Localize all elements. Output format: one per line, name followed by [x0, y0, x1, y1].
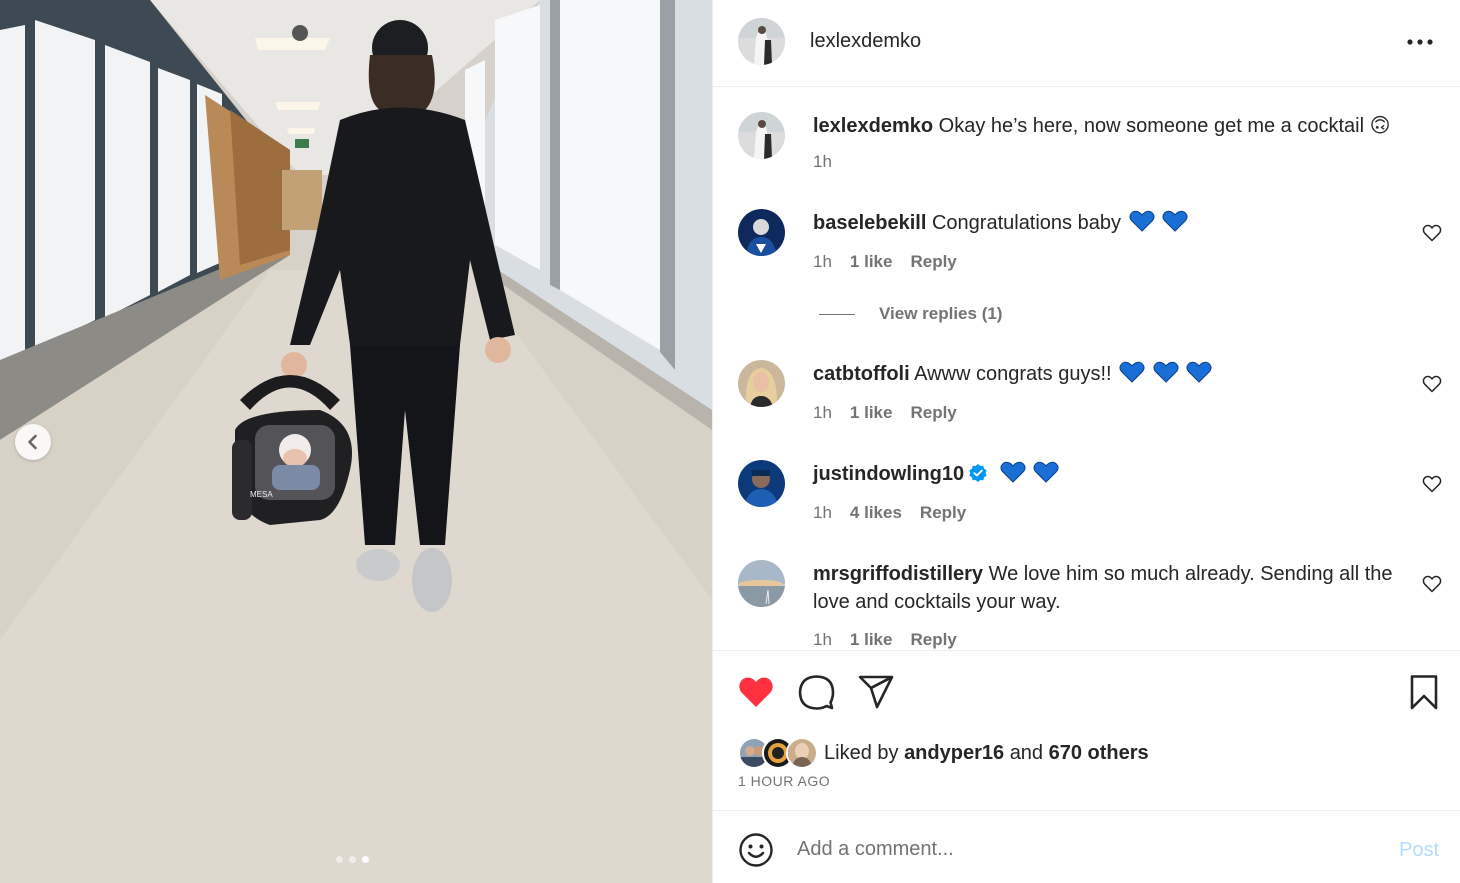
comment-meta: 1h 1 like Reply — [813, 252, 957, 272]
view-replies-label: View replies (1) — [879, 304, 1003, 323]
comments-list[interactable]: lexlexdemko Okay he’s here, now someone … — [713, 88, 1460, 649]
share-send-icon[interactable] — [857, 673, 895, 711]
replies-divider — [819, 313, 855, 315]
comment-body: Awww congrats guys!! — [914, 363, 1112, 385]
comment-time: 1h — [813, 503, 832, 522]
comment-username[interactable]: catbtoffoli — [813, 363, 910, 385]
carousel-dot — [336, 856, 343, 863]
caption-time: 1h — [813, 152, 832, 171]
post-actions: Liked by andyper16 and 670 others 1 HOUR… — [713, 650, 1460, 810]
blue-heart-icon — [1000, 461, 1026, 483]
liked-by-text: Liked by andyper16 and 670 others — [824, 742, 1149, 765]
post-media: MESA — [0, 0, 712, 883]
carousel-dot — [349, 856, 356, 863]
caption-text: lexlexdemko Okay he’s here, now someone … — [813, 112, 1393, 140]
caption-username[interactable]: lexlexdemko — [813, 115, 933, 137]
comment-text: mrsgriffodistillery We love him so much … — [813, 560, 1393, 616]
liked-by-joiner: and — [1009, 741, 1044, 764]
comment-username[interactable]: justindowling10 — [813, 463, 964, 485]
comment-time: 1h — [813, 403, 832, 422]
post-photo: MESA — [0, 0, 712, 883]
post-comment-button[interactable]: Post — [1399, 839, 1439, 862]
liked-by-prefix: Liked by — [824, 741, 899, 764]
blue-heart-icon — [1033, 461, 1059, 483]
like-comment-heart-icon[interactable] — [1422, 574, 1442, 594]
liker-avatar — [786, 737, 818, 769]
comment-body: Congratulations baby — [931, 212, 1121, 234]
comment-likes[interactable]: 1 like — [850, 403, 893, 423]
emoji-picker-icon[interactable] — [738, 832, 774, 868]
liked-by-user[interactable]: andyper16 — [904, 742, 1004, 764]
bookmark-save-icon[interactable] — [1405, 673, 1443, 711]
comment-text: catbtoffoli Awww congrats guys!! — [813, 360, 1393, 388]
more-horizontal-icon — [1407, 39, 1433, 45]
comment-likes[interactable]: 1 like — [850, 252, 893, 272]
carousel-indicator — [336, 856, 369, 863]
liked-by-others[interactable]: 670 others — [1049, 742, 1149, 764]
caption-avatar[interactable] — [738, 112, 785, 159]
blue-heart-icon — [1162, 210, 1188, 232]
comment-text: justindowling10 — [813, 460, 1393, 488]
post-timestamp[interactable]: 1 HOUR AGO — [738, 773, 830, 789]
like-comment-heart-icon[interactable] — [1422, 223, 1442, 243]
liked-by-avatars[interactable] — [738, 737, 824, 769]
more-options-button[interactable] — [1405, 30, 1435, 54]
post-side-panel: lexlexdemko lexlexdemko Okay he’s here, … — [712, 0, 1460, 883]
comment-time: 1h — [813, 630, 832, 649]
like-comment-heart-icon[interactable] — [1422, 374, 1442, 394]
author-username[interactable]: lexlexdemko — [810, 30, 921, 53]
like-heart-icon[interactable] — [737, 673, 775, 711]
post-header: lexlexdemko — [713, 0, 1460, 87]
carousel-prev-button[interactable] — [15, 424, 51, 460]
reply-button[interactable]: Reply — [910, 403, 956, 423]
upside-down-face-emoji: 🙃 — [1369, 115, 1391, 137]
caption-meta: 1h — [813, 152, 832, 172]
svg-text:MESA: MESA — [250, 490, 273, 499]
like-comment-heart-icon[interactable] — [1422, 474, 1442, 494]
blue-heart-icon — [1186, 361, 1212, 383]
carousel-dot-active — [362, 856, 369, 863]
blue-heart-icon — [1153, 361, 1179, 383]
commenter-avatar[interactable] — [738, 460, 785, 507]
caption-body: Okay he’s here, now someone get me a coc… — [938, 115, 1365, 137]
blue-heart-icon — [1128, 210, 1155, 232]
comment-meta: 1h 1 like Reply — [813, 630, 957, 649]
comment-text: baselebekill Congratulations baby — [813, 209, 1393, 237]
commenter-avatar[interactable] — [738, 560, 785, 607]
comment-likes[interactable]: 4 likes — [850, 503, 902, 523]
comment-time: 1h — [813, 252, 832, 271]
liked-by-row: Liked by andyper16 and 670 others — [738, 737, 1149, 769]
commenter-avatar[interactable] — [738, 360, 785, 407]
blue-heart-icon — [1119, 361, 1145, 383]
comment-icon[interactable] — [797, 673, 835, 711]
author-avatar[interactable] — [738, 18, 785, 65]
add-comment-input[interactable] — [797, 829, 1377, 869]
comment-username[interactable]: baselebekill — [813, 212, 926, 234]
comment-username[interactable]: mrsgriffodistillery — [813, 563, 983, 585]
comment-composer: Post — [713, 810, 1460, 883]
view-replies-button[interactable]: View replies (1) — [819, 304, 1002, 324]
chevron-left-icon — [28, 434, 37, 450]
comment-likes[interactable]: 1 like — [850, 630, 893, 649]
verified-badge-icon — [969, 464, 987, 482]
reply-button[interactable]: Reply — [910, 630, 956, 649]
reply-button[interactable]: Reply — [910, 252, 956, 272]
comment-meta: 1h 1 like Reply — [813, 403, 957, 423]
commenter-avatar[interactable] — [738, 209, 785, 256]
comment-meta: 1h 4 likes Reply — [813, 503, 966, 523]
reply-button[interactable]: Reply — [920, 503, 966, 523]
